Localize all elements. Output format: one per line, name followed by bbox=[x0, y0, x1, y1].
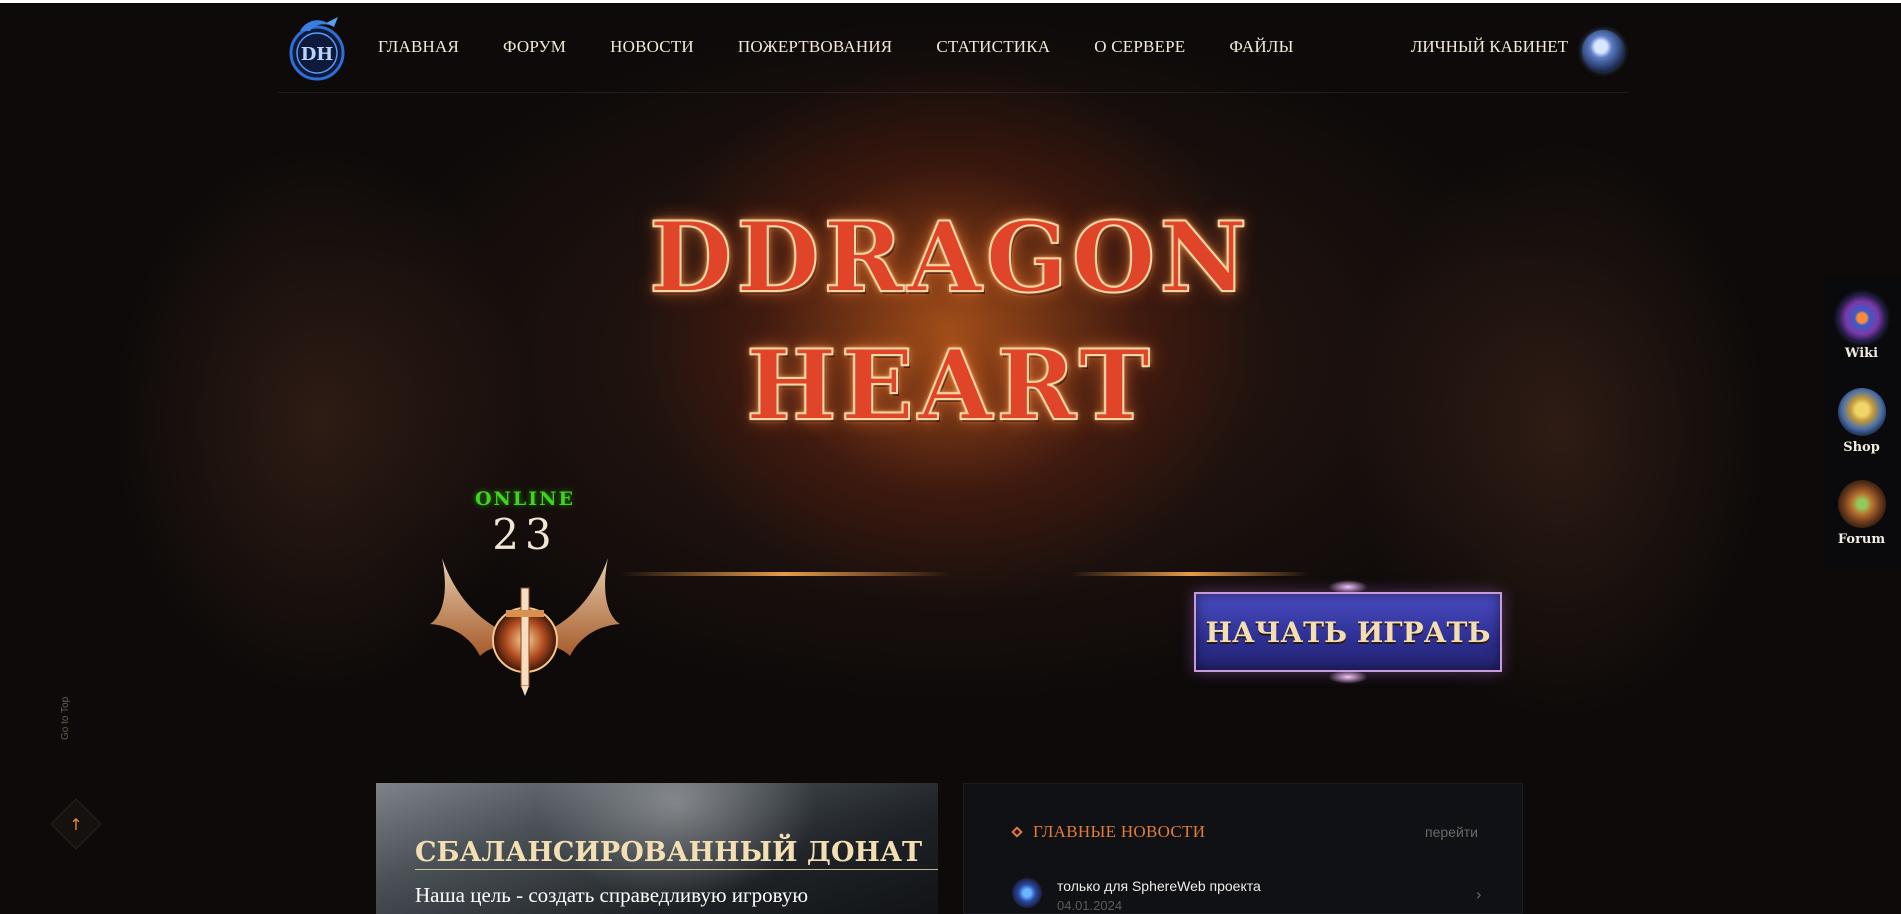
cabinet-avatar-icon[interactable] bbox=[1582, 30, 1624, 72]
start-playing-button[interactable]: НАЧАТЬ ИГРАТЬ bbox=[1194, 592, 1502, 672]
diamond-icon bbox=[1011, 826, 1023, 838]
sidebar-item-shop[interactable]: Shop bbox=[1822, 388, 1901, 455]
play-button-frame: НАЧАТЬ ИГРАТЬ bbox=[1188, 580, 1508, 684]
nav-files[interactable]: ФАЙЛЫ bbox=[1229, 37, 1293, 57]
logo-text: DH bbox=[301, 44, 334, 65]
chevron-right-icon: › bbox=[1475, 885, 1482, 904]
nav-home[interactable]: ГЛАВНАЯ bbox=[378, 37, 459, 57]
nav-statistics[interactable]: СТАТИСТИКА bbox=[936, 37, 1050, 57]
winged-sword-emblem-icon bbox=[430, 558, 620, 696]
main-nav: ГЛАВНАЯ ФОРУМ НОВОСТИ ПОЖЕРТВОВАНИЯ СТАТ… bbox=[378, 37, 1338, 57]
promo-title: СБАЛАНСИРОВАННЫЙ ДОНАТ bbox=[415, 837, 923, 868]
sidebar-item-label: Forum bbox=[1837, 532, 1886, 547]
online-counter: ONLINE 23 bbox=[420, 488, 630, 698]
news-item-icon bbox=[1012, 878, 1042, 908]
hero-title-line-2: HEART bbox=[745, 329, 1154, 442]
news-item[interactable]: только для SphereWeb проекта 04.01.2024 … bbox=[1012, 878, 1482, 914]
hero-title-line-1: DDRAGON bbox=[648, 201, 1252, 314]
news-panel-title: ГЛАВНЫЕ НОВОСТИ bbox=[1033, 822, 1206, 841]
arrow-up-icon: ↑ bbox=[69, 815, 83, 834]
shop-icon bbox=[1837, 388, 1886, 436]
promo-text: Наша цель - создать справедливую игровую bbox=[415, 883, 809, 907]
divider-glow-left bbox=[620, 572, 950, 576]
wiki-icon bbox=[1837, 294, 1886, 342]
divider-glow-right bbox=[1070, 572, 1310, 576]
news-more-link[interactable]: перейти bbox=[1425, 824, 1478, 840]
nav-forum[interactable]: ФОРУМ bbox=[503, 37, 566, 57]
quick-links-sidebar: Wiki Shop Forum bbox=[1822, 276, 1901, 568]
site-header: DH ГЛАВНАЯ ФОРУМ НОВОСТИ ПОЖЕРТВОВАНИЯ С… bbox=[278, 3, 1628, 93]
news-item-date: 04.01.2024 bbox=[1057, 898, 1123, 913]
promo-card[interactable]: СБАЛАНСИРОВАННЫЙ ДОНАТ Наша цель - созда… bbox=[376, 783, 938, 914]
play-ornament-bottom bbox=[1328, 670, 1368, 684]
go-to-top-label: Go to Top bbox=[60, 696, 71, 740]
hero-title: DDRAGON HEART bbox=[600, 201, 1300, 442]
sidebar-item-label: Wiki bbox=[1844, 346, 1879, 361]
logo[interactable]: DH bbox=[286, 13, 348, 85]
main-news-panel: ГЛАВНЫЕ НОВОСТИ перейти только для Spher… bbox=[963, 783, 1523, 914]
personal-cabinet-link[interactable]: ЛИЧНЫЙ КАБИНЕТ bbox=[1411, 37, 1568, 57]
nav-donations[interactable]: ПОЖЕРТВОВАНИЯ bbox=[738, 37, 892, 57]
sidebar-item-wiki[interactable]: Wiki bbox=[1822, 294, 1901, 361]
news-item-title: только для SphereWeb проекта bbox=[1057, 878, 1261, 894]
sidebar-item-label: Shop bbox=[1843, 440, 1880, 455]
forum-icon bbox=[1837, 480, 1886, 528]
online-label: ONLINE bbox=[474, 488, 575, 510]
sidebar-item-forum[interactable]: Forum bbox=[1822, 480, 1901, 547]
nav-about-server[interactable]: О СЕРВЕРЕ bbox=[1094, 37, 1185, 57]
promo-divider bbox=[415, 869, 938, 870]
nav-news[interactable]: НОВОСТИ bbox=[610, 37, 694, 57]
